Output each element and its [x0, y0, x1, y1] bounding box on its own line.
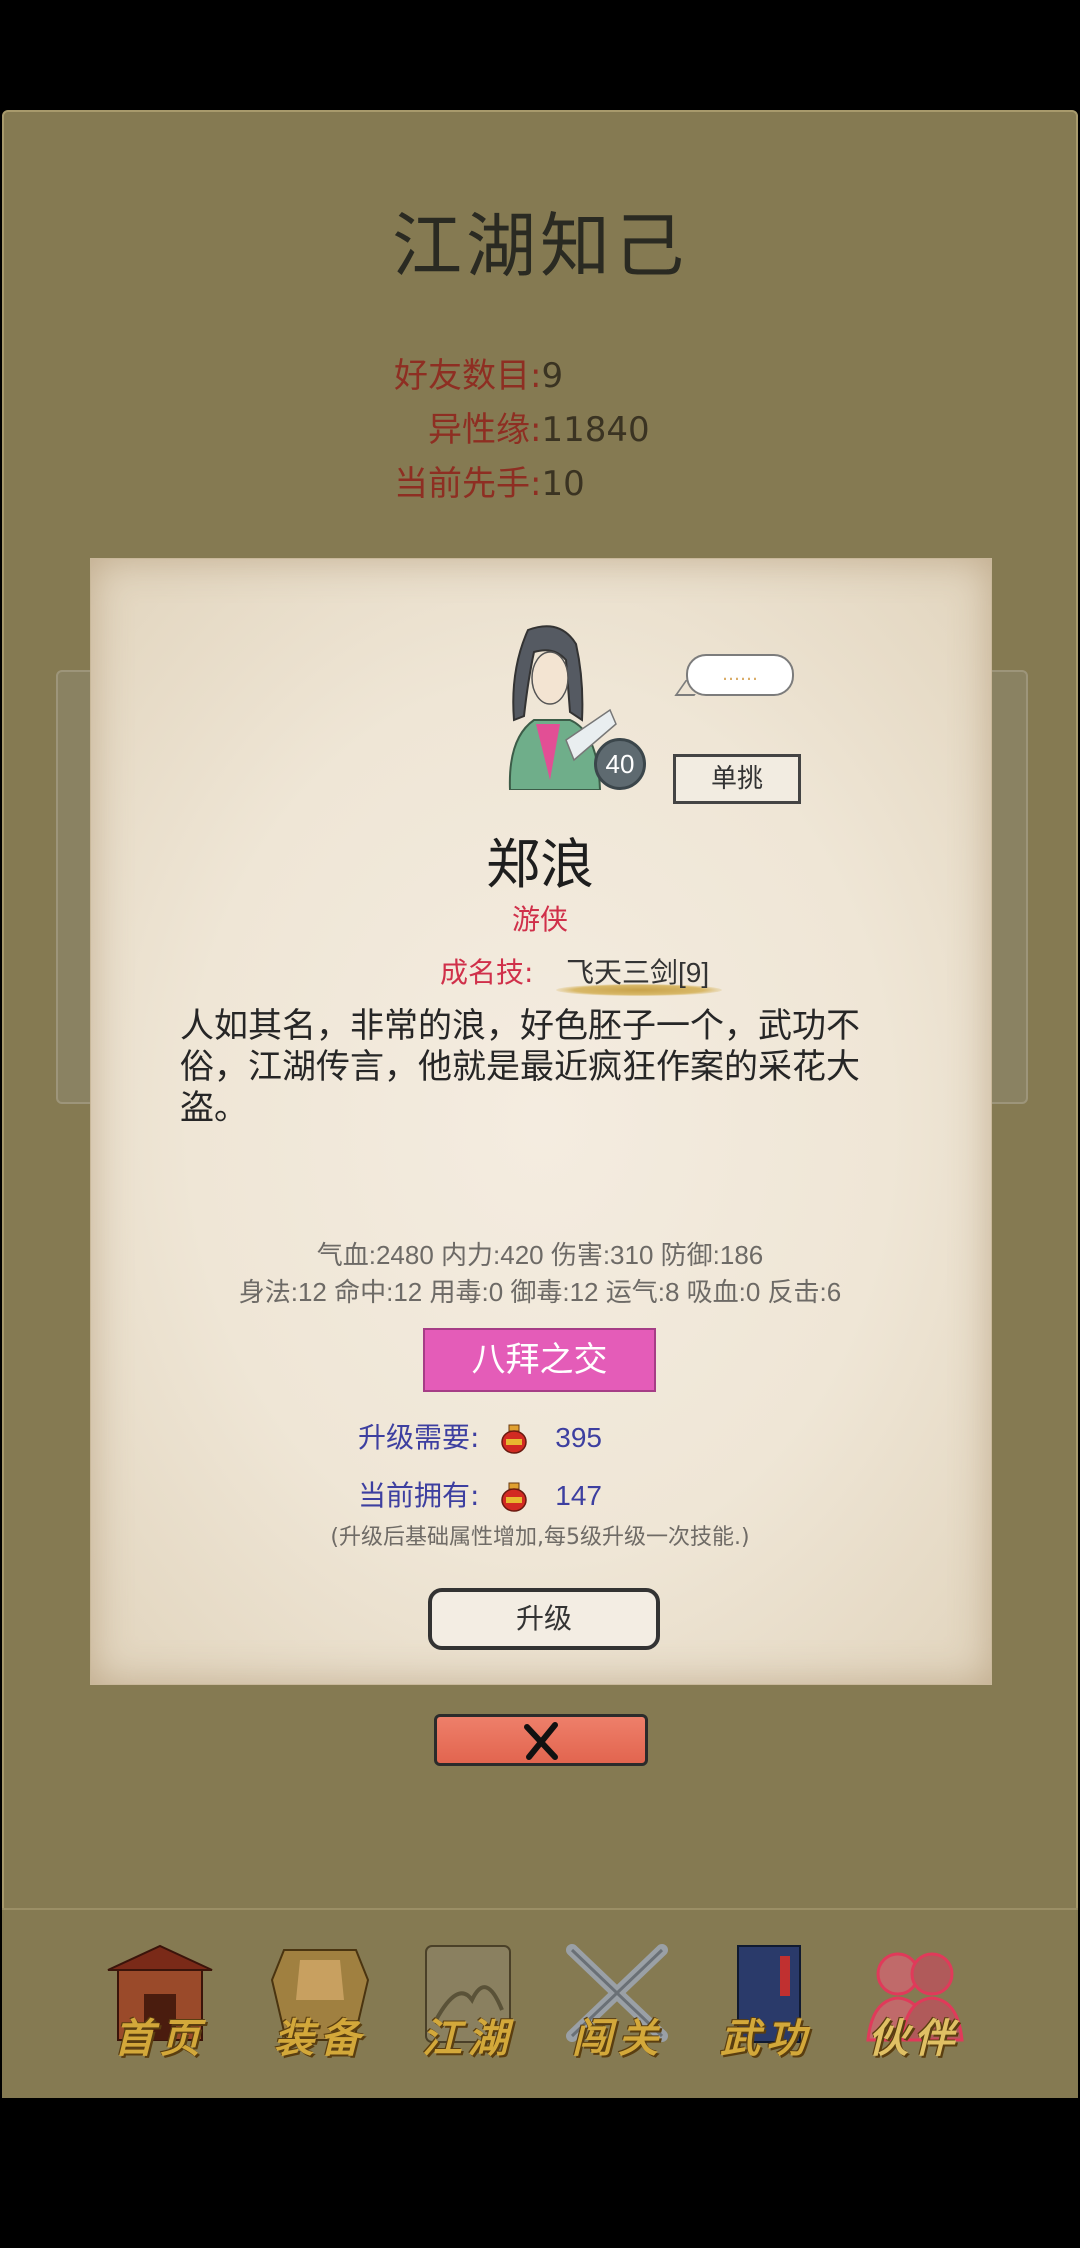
signature-skill-label: 成名技:: [440, 956, 534, 989]
initiative-stat: 当前先手:10: [394, 456, 585, 505]
nav-martial-arts-label: 武功: [720, 2015, 812, 2062]
nav-challenge[interactable]: 闯关: [558, 1940, 678, 2070]
level-badge: 40: [594, 738, 646, 790]
nav-challenge-label: 闯关: [572, 2015, 664, 2062]
charm-stat: 异性缘:11840: [428, 402, 650, 451]
bond-level-button[interactable]: 八拜之交: [423, 1328, 656, 1392]
current-have-value: 147: [555, 1480, 602, 1511]
wine-jar-icon: [501, 1482, 528, 1512]
close-icon: [524, 1722, 558, 1760]
upgrade-need-value: 395: [555, 1422, 602, 1453]
current-owned: 当前拥有: 147: [358, 1474, 602, 1514]
page-title: 江湖知己: [392, 205, 688, 287]
signature-skill-value[interactable]: 飞天三剑[9]: [566, 951, 709, 991]
character-name: 郑浪: [486, 833, 594, 896]
charm-value: 11840: [541, 410, 650, 450]
nav-partners-label: 伙伴: [868, 2015, 960, 2062]
initiative-label: 当前先手:: [394, 464, 542, 504]
character-description: 人如其名，非常的浪，好色胚子一个，武功不俗，江湖传言，他就是最近疯狂作案的采花大…: [180, 1006, 860, 1128]
upgrade-need-label: 升级需要:: [358, 1421, 480, 1454]
speech-bubble: ……: [686, 654, 794, 696]
nav-home[interactable]: 首页: [100, 1940, 220, 2070]
bottom-nav: 首页 装备 江湖 闯关 武功 伙伴: [2, 1908, 1078, 2098]
wine-jar-icon: [501, 1424, 528, 1454]
friend-count: 好友数目:9: [394, 348, 563, 397]
attributes-row-1: 气血:2480 内力:420 伤害:310 防御:186: [316, 1240, 764, 1270]
upgrade-button[interactable]: 升级: [428, 1588, 660, 1650]
attributes-row-2: 身法:12 命中:12 用毒:0 御毒:12 运气:8 吸血:0 反击:6: [238, 1277, 842, 1307]
charm-label: 异性缘:: [428, 410, 542, 450]
character-class: 游侠: [511, 903, 568, 936]
nav-jianghu-label: 江湖: [422, 2015, 514, 2062]
nav-martial-arts[interactable]: 武功: [706, 1940, 826, 2070]
upgrade-requirement: 升级需要: 395: [358, 1416, 602, 1456]
close-button[interactable]: [434, 1714, 648, 1766]
nav-home-label: 首页: [114, 2015, 206, 2062]
nav-jianghu[interactable]: 江湖: [408, 1940, 528, 2070]
current-have-label: 当前拥有:: [358, 1479, 480, 1512]
nav-equipment[interactable]: 装备: [260, 1940, 380, 2070]
initiative-value: 10: [541, 464, 585, 504]
nav-equipment-label: 装备: [274, 2015, 366, 2062]
upgrade-hint: (升级后基础属性增加,每5级升级一次技能.): [330, 1525, 750, 1550]
friend-count-label: 好友数目:: [394, 356, 542, 396]
duel-button[interactable]: 单挑: [673, 754, 801, 804]
friend-count-value: 9: [541, 356, 564, 396]
nav-partners[interactable]: 伙伴: [854, 1940, 974, 2070]
